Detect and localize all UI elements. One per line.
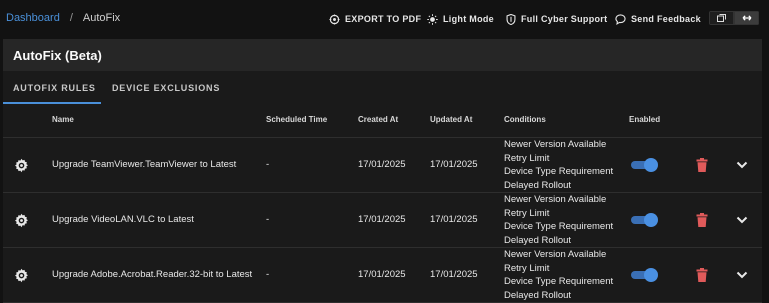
scheduled-time: - — [266, 159, 270, 170]
conditions-list: Newer Version Available Retry Limit Devi… — [504, 138, 613, 192]
tab-device-exclusions[interactable]: DEVICE EXCLUSIONS — [112, 71, 220, 105]
page-title: AutoFix (Beta) — [13, 47, 102, 63]
table-row: Upgrade TeamViewer.TeamViewer to Latest … — [3, 138, 762, 193]
condition-item: Delayed Rollout — [504, 234, 572, 246]
table-row: Upgrade VideoLAN.VLC to Latest - 17/01/2… — [3, 193, 762, 248]
view-mode-toggle — [709, 11, 759, 25]
rule-name: Upgrade Adobe.Acrobat.Reader.32-bit to L… — [52, 269, 253, 280]
condition-item: Newer Version Available — [504, 249, 607, 260]
export-pdf-button[interactable]: EXPORT TO PDF — [329, 12, 421, 26]
gear-icon[interactable] — [14, 268, 29, 283]
column-header-conditions[interactable]: Conditions — [504, 115, 546, 124]
light-mode-button[interactable]: Light Mode — [427, 12, 494, 26]
breadcrumb-separator: / — [69, 12, 73, 24]
enabled-toggle[interactable] — [630, 268, 658, 282]
column-header-scheduled-time[interactable]: Scheduled Time — [266, 115, 327, 124]
conditions-list: Newer Version Available Retry Limit Devi… — [504, 248, 613, 302]
scheduled-time: - — [266, 214, 270, 225]
chevron-down-icon[interactable] — [736, 160, 748, 170]
condition-item: Retry Limit — [504, 262, 550, 274]
full-cyber-support-button[interactable]: Full Cyber Support — [506, 12, 607, 26]
breadcrumb: Dashboard / AutoFix — [6, 12, 120, 24]
window-icon — [717, 14, 726, 22]
chevron-down-icon[interactable] — [736, 215, 748, 225]
sun-icon — [427, 13, 438, 25]
table-row: Upgrade Adobe.Acrobat.Reader.32-bit to L… — [3, 248, 762, 303]
column-header-enabled[interactable]: Enabled — [629, 115, 660, 124]
enabled-toggle[interactable] — [630, 213, 658, 227]
export-pdf-label: EXPORT TO PDF — [345, 14, 422, 24]
created-at: 17/01/2025 — [358, 269, 406, 280]
tab-bar: AUTOFIX RULES DEVICE EXCLUSIONS — [3, 71, 762, 105]
updated-at: 17/01/2025 — [430, 214, 478, 225]
conditions-list: Newer Version Available Retry Limit Devi… — [504, 193, 613, 247]
trash-icon[interactable] — [696, 158, 708, 172]
breadcrumb-dashboard-link[interactable]: Dashboard — [6, 12, 60, 24]
condition-item: Delayed Rollout — [504, 179, 572, 191]
column-header-name[interactable]: Name — [52, 115, 74, 124]
toggle-knob — [644, 158, 658, 172]
condition-item: Newer Version Available — [504, 194, 607, 205]
shield-icon — [506, 13, 516, 25]
light-mode-label: Light Mode — [443, 14, 494, 24]
export-icon — [329, 13, 340, 25]
condition-item: Retry Limit — [504, 207, 550, 219]
panel-header: AutoFix (Beta) — [3, 39, 762, 71]
column-header-created-at[interactable]: Created At — [358, 115, 398, 124]
updated-at: 17/01/2025 — [430, 269, 478, 280]
autofix-panel: AutoFix (Beta) AUTOFIX RULES DEVICE EXCL… — [3, 39, 762, 303]
scheduled-time: - — [266, 269, 270, 280]
toggle-knob — [644, 213, 658, 227]
gear-icon[interactable] — [14, 158, 29, 173]
tab-autofix-rules[interactable]: AUTOFIX RULES — [13, 71, 96, 105]
condition-item: Newer Version Available — [504, 139, 607, 150]
breadcrumb-current: AutoFix — [82, 12, 121, 24]
send-feedback-label: Send Feedback — [631, 14, 701, 24]
condition-item: Retry Limit — [504, 152, 550, 164]
enabled-toggle[interactable] — [630, 158, 658, 172]
rule-name: Upgrade TeamViewer.TeamViewer to Latest — [52, 159, 237, 170]
toggle-knob — [644, 268, 658, 282]
chevron-down-icon[interactable] — [736, 270, 748, 280]
condition-item: Device Type Requirement — [504, 221, 614, 233]
rule-name: Upgrade VideoLAN.VLC to Latest — [52, 214, 194, 225]
gear-icon[interactable] — [14, 213, 29, 228]
expand-horizontal-icon — [742, 15, 751, 21]
chat-icon — [615, 13, 626, 25]
created-at: 17/01/2025 — [358, 214, 406, 225]
full-width-view-button[interactable] — [734, 11, 759, 25]
active-tab-indicator — [3, 102, 101, 104]
condition-item: Device Type Requirement — [504, 166, 614, 178]
condition-item: Delayed Rollout — [504, 289, 572, 301]
full-cyber-support-label: Full Cyber Support — [521, 14, 608, 24]
column-header-updated-at[interactable]: Updated At — [430, 115, 472, 124]
condition-item: Device Type Requirement — [504, 276, 614, 288]
compact-view-button[interactable] — [709, 11, 734, 25]
trash-icon[interactable] — [696, 213, 708, 227]
trash-icon[interactable] — [696, 268, 708, 282]
table-header: Name Scheduled Time Created At Updated A… — [3, 105, 762, 138]
updated-at: 17/01/2025 — [430, 159, 478, 170]
created-at: 17/01/2025 — [358, 159, 406, 170]
top-bar: Dashboard / AutoFix EXPORT TO PDF Light … — [0, 0, 769, 38]
send-feedback-button[interactable]: Send Feedback — [615, 12, 701, 26]
